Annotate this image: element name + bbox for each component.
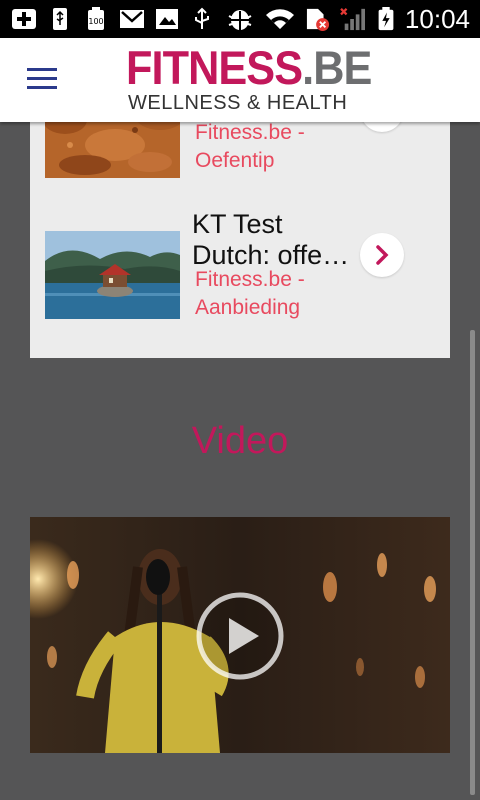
usb-icon xyxy=(53,8,67,30)
battery-100-icon: 100 xyxy=(88,7,104,30)
clock: 10:04 xyxy=(404,4,470,34)
logo-tagline: WELLNESS & HEALTH xyxy=(128,92,348,114)
wifi-icon xyxy=(266,9,294,29)
app-header: FITNESS.BE WELLNESS & HEALTH xyxy=(0,38,480,122)
chevron-right-icon xyxy=(376,245,389,265)
category-line: Aanbieding xyxy=(195,296,301,319)
signal-icon xyxy=(340,8,365,31)
article-title[interactable]: KT Test Dutch: offe… xyxy=(192,209,367,273)
hamburger-icon-bar xyxy=(27,77,57,80)
image-icon xyxy=(156,9,178,29)
status-bar: 100 10:04 xyxy=(0,0,480,38)
menu-button[interactable] xyxy=(27,68,57,92)
article-category: Fitness.be - Oefentip xyxy=(195,119,395,175)
article-thumbnail[interactable] xyxy=(45,231,180,319)
logo-tld: .BE xyxy=(302,41,372,94)
android-debug-icon xyxy=(228,10,252,30)
category-line: Fitness.be - xyxy=(195,268,305,291)
river-house-image xyxy=(45,231,180,319)
logo-wordmark: FITNESS.BE xyxy=(126,41,372,94)
battery-charging-icon xyxy=(378,7,394,31)
hamburger-icon-bar xyxy=(27,86,57,89)
logo-brand: FITNESS xyxy=(126,41,303,94)
category-line: Oefentip xyxy=(195,149,275,172)
battery-badge: 100 xyxy=(88,17,103,26)
open-article-button[interactable] xyxy=(360,233,404,277)
section-title-video: Video xyxy=(191,420,289,462)
scrollbar[interactable] xyxy=(470,330,475,795)
gmail-icon xyxy=(120,10,144,28)
video-player[interactable] xyxy=(30,517,450,753)
hamburger-icon-bar xyxy=(27,68,57,71)
usb-icon xyxy=(195,7,209,29)
add-icon xyxy=(12,9,36,29)
list-item[interactable]: KT Test Dutch: offe… Fitness.be - Aanbie… xyxy=(30,209,450,343)
article-category: Fitness.be - Aanbieding xyxy=(195,266,395,322)
play-icon[interactable] xyxy=(195,591,285,681)
fitness-be-logo[interactable]: FITNESS.BE WELLNESS & HEALTH xyxy=(126,44,394,120)
sim-error-icon xyxy=(306,8,330,31)
